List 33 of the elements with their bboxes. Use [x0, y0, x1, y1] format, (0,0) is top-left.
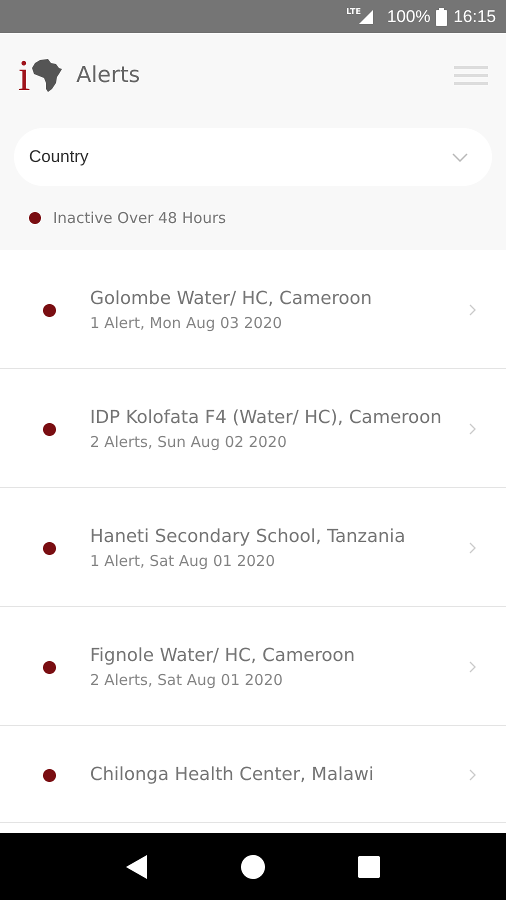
back-icon[interactable] [126, 854, 148, 878]
network-type: LTE [346, 7, 361, 16]
signal-icon [358, 10, 373, 24]
chevron-right-icon [469, 661, 476, 673]
page-title: Alerts [76, 63, 142, 88]
battery-level: 100% [386, 6, 430, 26]
alert-subtitle: 1 Alert, Mon Aug 03 2020 [90, 313, 284, 334]
logo-letter: i [18, 54, 30, 98]
alert-title: Haneti Secondary School, Tanzania [90, 525, 406, 549]
legend-label: Inactive Over 48 Hours [53, 209, 226, 227]
home-icon[interactable] [240, 854, 265, 878]
alert-row[interactable]: IDP Kolofata F4 (Water/ HC), Cameroon 2 Alerts, Sun Aug 02 2020 [0, 369, 506, 488]
alert-row[interactable]: Fignole Water/ HC, Cameroon 2 Alerts, Sat Aug 01 2020 [0, 607, 506, 726]
alert-subtitle: 2 Alerts, Sun Aug 02 2020 [90, 432, 288, 453]
alert-title: IDP Kolofata F4 (Water/ HC), Cameroon [90, 406, 443, 430]
alert-title: Golombe Water/ HC, Cameroon [90, 287, 373, 311]
alert-subtitle: 1 Alert, Sat Aug 01 2020 [90, 551, 276, 572]
alert-row[interactable]: Chilonga Health Center, Malawi [0, 726, 506, 823]
alert-row[interactable]: Haneti Secondary School, Tanzania 1 Alert, Sat Aug 01 2020 [0, 488, 506, 607]
alert-subtitle: 2 Alerts, Sat Aug 01 2020 [90, 670, 284, 691]
chevron-right-icon [469, 304, 476, 316]
chevron-down-icon [452, 152, 468, 162]
battery-icon [436, 8, 448, 26]
alert-title: Chilonga Health Center, Malawi [90, 763, 375, 787]
alert-row[interactable]: Golombe Water/ HC, Cameroon 1 Alert, Mon Aug 03 2020 [0, 250, 506, 369]
country-dropdown[interactable]: Country [14, 128, 492, 186]
alert-title: Fignole Water/ HC, Cameroon [90, 644, 356, 668]
africa-icon [32, 58, 62, 92]
chevron-right-icon [469, 769, 476, 781]
chevron-right-icon [469, 542, 476, 554]
clock: 16:15 [453, 6, 496, 26]
chevron-right-icon [469, 423, 476, 435]
recents-icon[interactable] [358, 856, 380, 878]
